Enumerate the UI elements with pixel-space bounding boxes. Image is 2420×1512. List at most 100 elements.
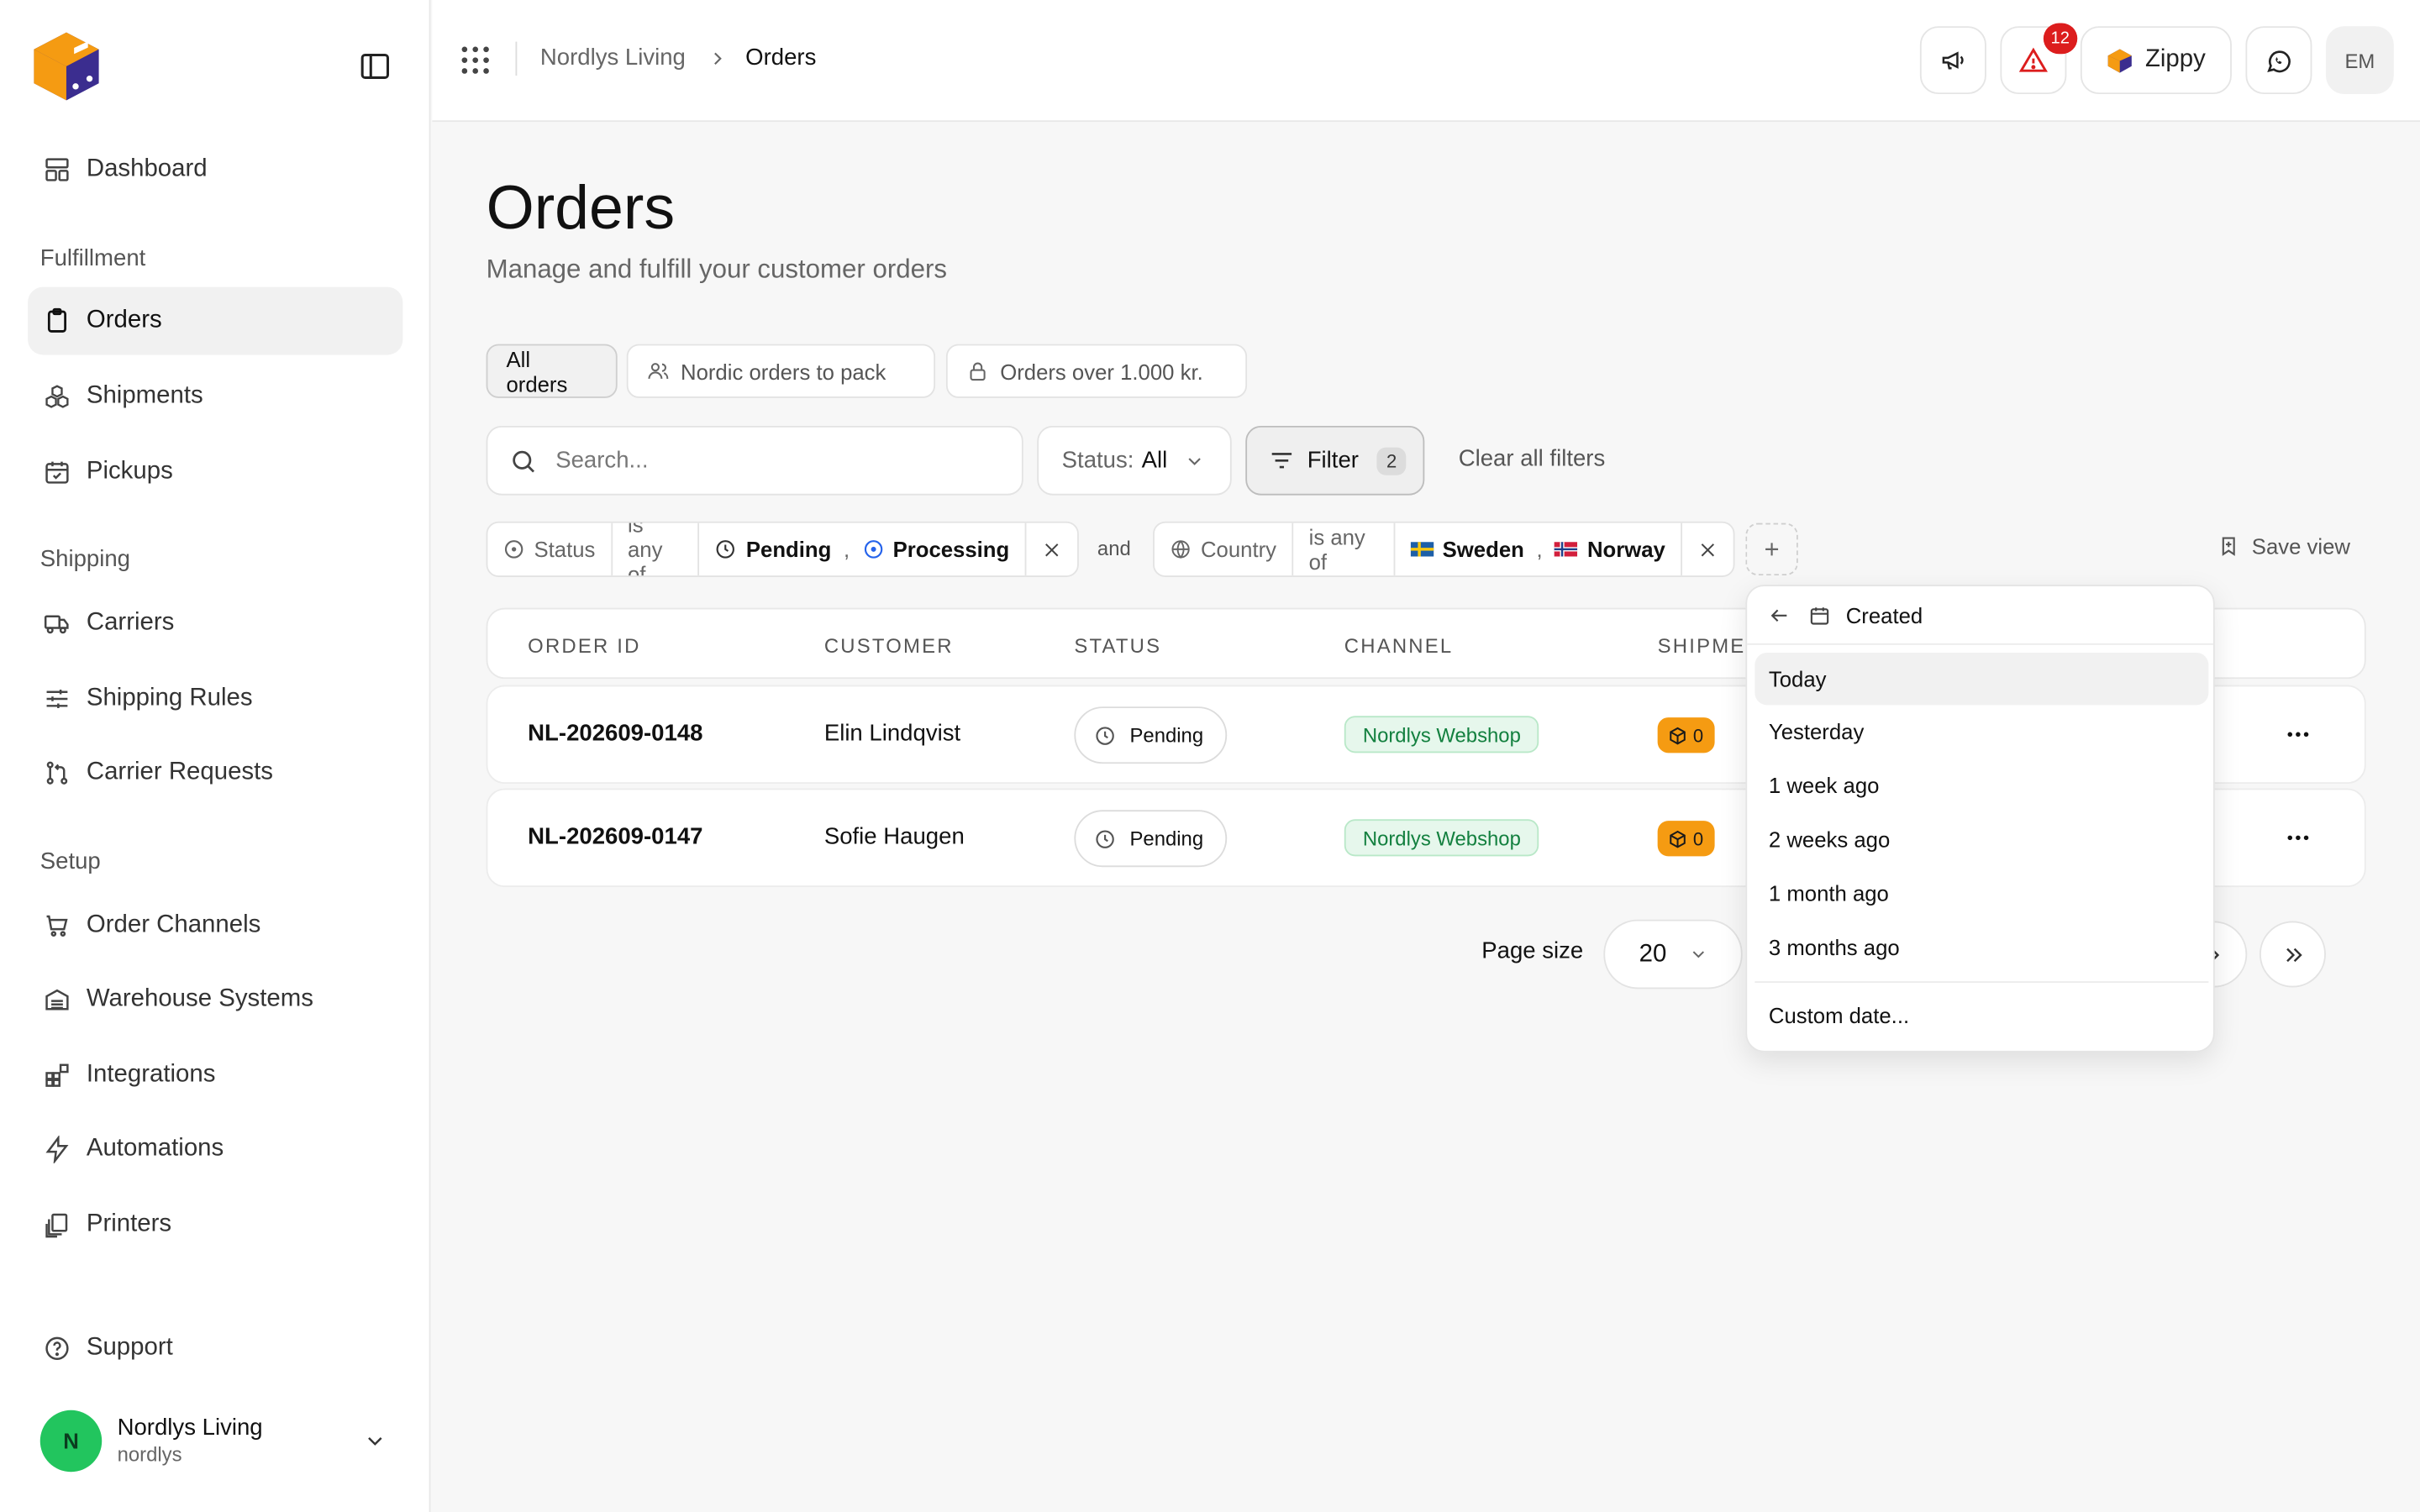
zippy-label: Zippy (2144, 46, 2206, 73)
add-filter-button[interactable] (1745, 522, 1798, 576)
date-option-1-week[interactable]: 1 week ago (1754, 759, 2208, 811)
date-option-custom[interactable]: Custom date... (1754, 989, 2208, 1041)
alerts-count-badge: 12 (2043, 23, 2078, 55)
sidebar-item-label: Orders (86, 307, 162, 333)
users-icon (647, 360, 671, 383)
chat-bubble-icon (2264, 45, 2293, 75)
shipments-count: 0 (1692, 724, 1704, 747)
column-header-status[interactable]: STATUS (1074, 634, 1161, 658)
avatar: N (39, 1410, 103, 1473)
sidebar-item-order-channels[interactable]: Order Channels (28, 892, 402, 960)
sidebar-item-warehouse-systems[interactable]: Warehouse Systems (28, 966, 402, 1034)
plus-icon (1761, 538, 1783, 560)
date-option-3-months[interactable]: 3 months ago (1754, 921, 2208, 974)
clock-icon (1094, 724, 1116, 746)
chip-operator[interactable]: is any of (613, 523, 700, 576)
sidebar-item-label: Printers (86, 1210, 172, 1238)
date-option-1-month[interactable]: 1 month ago (1754, 867, 2208, 919)
sidebar-item-printers[interactable]: Printers (28, 1191, 402, 1259)
filter-button[interactable]: Filter 2 (1245, 425, 1425, 496)
search-box[interactable] (486, 425, 1023, 496)
sidebar-item-shipments[interactable]: Shipments (28, 363, 402, 431)
date-menu-title: Created (1845, 602, 1923, 627)
save-view-button[interactable]: Save view (2217, 534, 2350, 559)
chat-button[interactable] (2245, 26, 2312, 95)
arrow-left-icon[interactable] (1769, 604, 1791, 626)
zippy-button[interactable]: Zippy (2080, 26, 2232, 95)
sidebar-item-shipping-rules[interactable]: Shipping Rules (28, 665, 402, 733)
announcements-button[interactable] (1919, 26, 1986, 95)
apps-grid-icon[interactable] (460, 45, 491, 76)
view-tab-nordic[interactable]: Nordic orders to pack (626, 344, 936, 398)
chip-operator[interactable]: is any of (1293, 522, 1395, 576)
sidebar-item-label: Carrier Requests (86, 759, 273, 785)
zippy-logo-icon (2107, 47, 2133, 73)
sidebar-item-support[interactable]: Support (28, 1315, 402, 1383)
view-tab-over-1000[interactable]: Orders over 1.000 kr. (945, 344, 1248, 398)
processing-circle-icon (862, 538, 884, 560)
chip-separator: , (1536, 537, 1543, 562)
breadcrumb-current: Orders (745, 45, 817, 71)
chip-field[interactable]: Status (487, 522, 613, 576)
sidebar-item-carriers[interactable]: Carriers (28, 590, 402, 658)
status-dropdown[interactable]: Status: All (1037, 425, 1232, 496)
last-page-button[interactable] (2259, 921, 2326, 988)
status-label: Status: (1061, 447, 1134, 474)
column-header-channel[interactable]: CHANNEL (1344, 634, 1454, 658)
sidebar-toggle-icon[interactable] (358, 50, 392, 83)
app-logo-icon[interactable] (28, 28, 105, 105)
chip-value-pending: Pending (745, 537, 832, 562)
chevron-down-icon[interactable] (363, 1429, 387, 1453)
channel-badge: Nordlys Webshop (1344, 819, 1539, 857)
date-option-today[interactable]: Today (1754, 652, 2209, 706)
save-view-label: Save view (2251, 533, 2351, 559)
view-tab-label: Nordic orders to pack (681, 359, 886, 384)
sidebar-item-carrier-requests[interactable]: Carrier Requests (28, 739, 402, 807)
sidebar-item-automations[interactable]: Automations (28, 1116, 402, 1184)
chip-values[interactable]: Pending , Processing (700, 522, 1027, 576)
sidebar-item-dashboard[interactable]: Dashboard (28, 136, 402, 204)
user-avatar[interactable]: EM (2325, 26, 2394, 95)
package-icon (1669, 829, 1687, 848)
more-horizontal-icon[interactable] (2284, 824, 2312, 852)
page-size-select[interactable]: 20 (1603, 919, 1743, 990)
megaphone-icon (1939, 46, 1967, 74)
search-input[interactable] (555, 447, 973, 474)
breadcrumb-workspace[interactable]: Nordlys Living (540, 45, 686, 71)
cart-icon (43, 912, 71, 940)
chip-values[interactable]: Sweden , Norway (1395, 522, 1683, 576)
sidebar-item-label: Warehouse Systems (86, 985, 313, 1012)
order-id[interactable]: NL-202609-0148 (528, 721, 702, 747)
status-badge: Pending (1074, 706, 1227, 764)
column-header-order-id[interactable]: ORDER ID (528, 634, 640, 658)
date-option-yesterday[interactable]: Yesterday (1754, 705, 2208, 757)
alerts-button[interactable]: 12 (2000, 23, 2078, 95)
account-switcher[interactable]: N Nordlys Living nordlys (28, 1401, 402, 1482)
customer-name: Sofie Haugen (823, 823, 965, 851)
view-tab-label: Orders over 1.000 kr. (1000, 359, 1203, 384)
chip-value-processing: Processing (892, 537, 1010, 562)
nav-section-shipping: Shipping (39, 546, 131, 573)
sidebar-item-label: Carriers (86, 609, 175, 636)
chip-remove[interactable] (1026, 523, 1077, 575)
sidebar-item-pickups[interactable]: Pickups (28, 438, 402, 507)
shipments-count-badge: 0 (1657, 717, 1715, 753)
order-id[interactable]: NL-202609-0147 (528, 824, 702, 850)
lightning-icon (43, 1135, 71, 1163)
bookmark-plus-icon (2217, 535, 2239, 557)
clear-filters-button[interactable]: Clear all filters (1459, 446, 1606, 472)
status-circle-icon (503, 538, 525, 560)
view-tab-label: All orders (506, 346, 568, 396)
more-horizontal-icon[interactable] (2284, 721, 2312, 748)
view-tab-all-orders[interactable]: All orders (486, 344, 618, 398)
chip-remove[interactable] (1682, 523, 1733, 575)
channel-badge: Nordlys Webshop (1344, 716, 1539, 753)
sidebar-item-integrations[interactable]: Integrations (28, 1042, 402, 1110)
column-header-customer[interactable]: CUSTOMER (824, 634, 954, 658)
column-header-shipments[interactable]: SHIPME (1658, 634, 1746, 658)
date-option-2-weeks[interactable]: 2 weeks ago (1754, 813, 2208, 865)
sidebar-item-orders[interactable]: Orders (28, 286, 403, 355)
date-menu-header: Created (1747, 586, 2213, 645)
chip-field[interactable]: Country (1155, 522, 1294, 576)
warehouse-icon (43, 986, 71, 1014)
